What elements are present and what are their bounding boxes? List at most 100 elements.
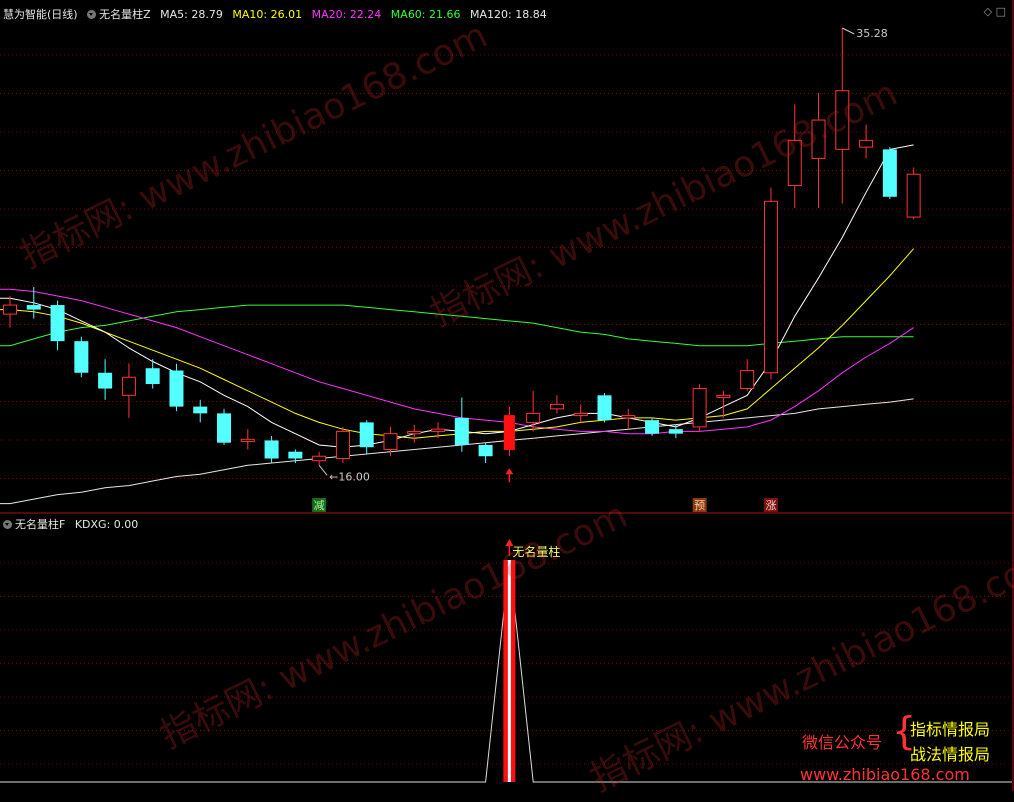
candle xyxy=(359,420,374,454)
candle-body xyxy=(50,305,65,342)
candle-body xyxy=(621,415,636,419)
ma60-label: MA60: 21.66 xyxy=(390,8,461,21)
candle-body xyxy=(98,372,113,389)
chart-annotations: 35.28 ←16.00 减 预 涨 xyxy=(312,27,888,512)
low-pointer xyxy=(318,464,328,476)
candle-body xyxy=(264,440,279,459)
candle-body xyxy=(431,428,446,432)
promo-wechat: 微信公众号 xyxy=(802,733,883,752)
candle xyxy=(835,28,850,204)
sub-panel-header: 无名量柱F KDXG: 0.00 xyxy=(3,516,138,532)
candle-body xyxy=(169,370,184,407)
indicator-name: 无名量柱Z xyxy=(99,8,151,21)
tag-text: 涨 xyxy=(765,499,776,512)
candle xyxy=(74,336,89,378)
candle-body xyxy=(787,139,802,186)
candle xyxy=(859,124,874,159)
sub-indicator-name: 无名量柱F xyxy=(15,518,66,531)
candle-body xyxy=(240,438,255,443)
signal-tag: 预 xyxy=(692,498,707,512)
spike-label: 无名量柱 xyxy=(512,544,560,559)
candle-body xyxy=(3,304,17,315)
candle xyxy=(26,287,41,319)
kdxg-label: KDXG: 0.00 xyxy=(74,518,139,531)
candle-body xyxy=(526,412,541,423)
candle-body xyxy=(359,422,374,448)
candle-body xyxy=(193,406,208,414)
candle xyxy=(573,404,588,423)
candle xyxy=(503,406,515,457)
signal-tag: 涨 xyxy=(763,498,778,512)
candle-body xyxy=(573,412,588,417)
main-panel-grid xyxy=(0,54,1012,479)
candle-body xyxy=(145,368,160,385)
low-price-label: ←16.00 xyxy=(329,470,370,483)
candle xyxy=(692,384,707,432)
candle-body xyxy=(288,451,303,459)
candle xyxy=(407,424,422,443)
indicator-menu[interactable]: 无名量柱Z xyxy=(87,8,151,21)
candle-body xyxy=(335,430,350,459)
candle xyxy=(335,426,350,463)
sub-indicator-menu[interactable]: 无名量柱F xyxy=(3,518,65,531)
candle-body xyxy=(549,403,564,410)
candle-body xyxy=(716,394,731,399)
signal-tag: 减 xyxy=(312,498,327,512)
candle xyxy=(217,408,232,445)
candle-body xyxy=(811,119,826,159)
square-icon[interactable]: □ xyxy=(996,5,1006,18)
app-title: 慧为智能(日线) xyxy=(3,8,78,21)
diamond-icon[interactable]: ◇ xyxy=(984,5,992,18)
high-pointer xyxy=(842,27,855,35)
candle xyxy=(193,399,208,423)
candle-body xyxy=(835,90,850,150)
candle xyxy=(882,147,897,200)
candle-body xyxy=(740,369,755,390)
candle-body xyxy=(74,341,89,373)
candle xyxy=(906,167,921,220)
candle xyxy=(98,359,113,400)
main-panel-header: 慧为智能(日线) 无名量柱Z MA5: 28.79 MA10: 26.01 MA… xyxy=(3,6,547,22)
volume-spike-core xyxy=(507,560,511,782)
candle-body xyxy=(906,173,921,218)
candle xyxy=(454,397,469,452)
candle xyxy=(312,451,327,466)
candle xyxy=(811,92,826,209)
candle-body xyxy=(597,395,612,421)
candle xyxy=(740,359,755,391)
candle-body xyxy=(26,305,41,310)
tag-text: 减 xyxy=(314,499,325,512)
candle xyxy=(645,417,660,436)
candle xyxy=(169,363,184,412)
candle-body xyxy=(478,444,493,457)
ma10-label: MA10: 26.01 xyxy=(232,8,303,21)
ma20-label: MA20: 22.24 xyxy=(311,8,382,21)
candle-body xyxy=(407,430,422,435)
candle xyxy=(763,187,778,380)
panel-resize-icons[interactable]: ◇ □ xyxy=(984,5,1006,18)
candle xyxy=(597,393,612,423)
candle-body xyxy=(312,455,327,462)
candle xyxy=(668,424,683,439)
tag-text: 预 xyxy=(694,499,705,512)
candle xyxy=(549,395,564,414)
ma120-label: MA120: 18.84 xyxy=(470,8,547,21)
high-price-label: 35.28 xyxy=(856,27,888,40)
dropdown-circle-icon[interactable] xyxy=(3,520,12,529)
candle xyxy=(50,300,65,351)
candle xyxy=(787,104,802,209)
candle-body xyxy=(121,376,136,396)
signal-arrow-head xyxy=(505,468,514,475)
ma120-line xyxy=(0,398,914,505)
candle-body xyxy=(668,429,683,434)
candle-body xyxy=(503,415,515,450)
promo-url: www.zhibiao168.com xyxy=(800,765,970,784)
candle xyxy=(240,429,255,450)
candle xyxy=(478,442,493,463)
dropdown-circle-icon[interactable] xyxy=(87,10,97,19)
candle-body xyxy=(217,413,232,443)
promo-line1: 指标情报局 xyxy=(910,720,991,739)
stock-chart[interactable]: 35.28 ←16.00 减 预 涨 无名量柱 xyxy=(0,0,1014,791)
candle xyxy=(526,390,541,432)
promo-line2: 战法情报局 xyxy=(910,745,991,764)
